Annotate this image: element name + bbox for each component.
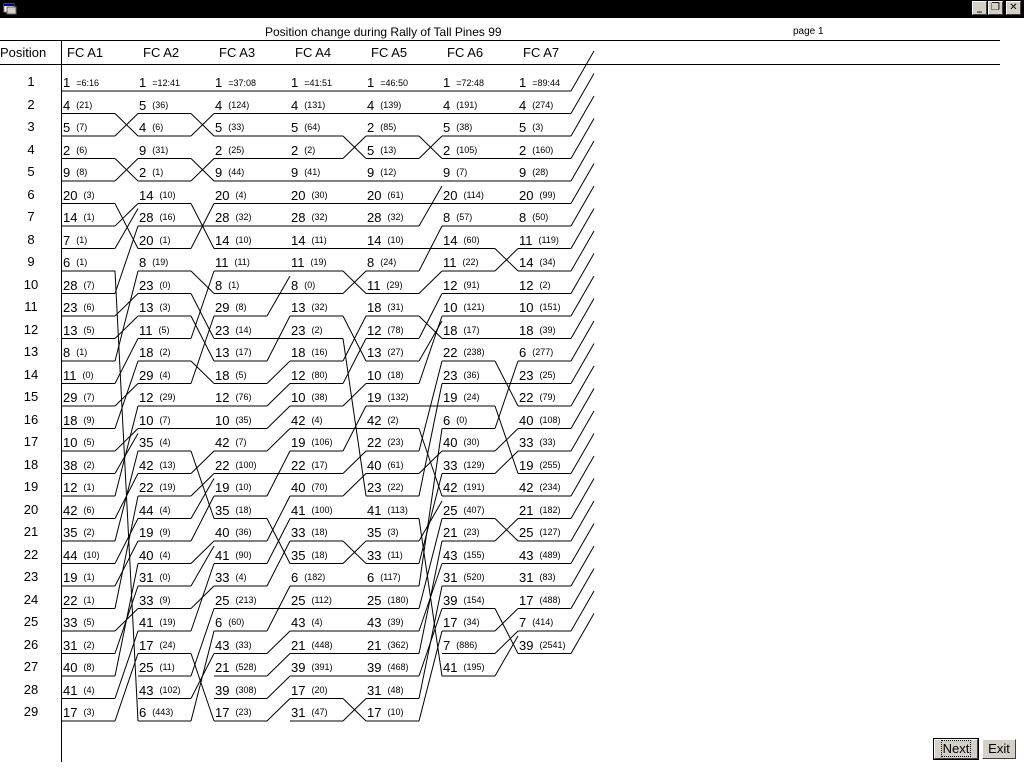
exit-button[interactable]: Exit: [982, 739, 1016, 759]
position-change-line: [570, 523, 595, 564]
position-change-line: [114, 495, 139, 609]
position-change-line: [266, 360, 291, 384]
position-change-line: [570, 73, 595, 114]
position-change-line: [570, 50, 595, 92]
position-change-line: [418, 540, 443, 654]
position-change-line: [114, 293, 139, 317]
position-change-line: [570, 185, 595, 227]
position-change-line: [190, 315, 215, 362]
position-change-line: [418, 293, 443, 339]
position-change-line: [266, 653, 291, 677]
position-change-line: [190, 315, 215, 384]
position-change-line: [266, 630, 291, 654]
position-change-line: [266, 675, 291, 699]
position-change-line: [494, 608, 519, 654]
position-change-line: [190, 563, 215, 632]
position-change-line: [570, 410, 595, 452]
position-change-line: [418, 185, 443, 227]
position-change-line: [266, 405, 291, 429]
position-change-line: [570, 95, 595, 137]
position-change-line: [266, 383, 291, 407]
next-button[interactable]: Next: [933, 738, 979, 760]
position-change-lines: [62, 50, 595, 722]
position-change-line: [570, 388, 595, 429]
position-change-line: [570, 163, 595, 204]
position-change-line: [190, 495, 215, 542]
position-change-line: [266, 428, 291, 452]
position-change-line: [570, 298, 595, 339]
position-change-line: [570, 140, 595, 182]
position-change-line: [570, 275, 595, 317]
position-change-line: [570, 118, 595, 159]
position-change-line: [266, 540, 291, 587]
position-change-line: [114, 518, 139, 564]
position-change-line: [342, 473, 367, 497]
position-change-line: [494, 428, 519, 452]
position-change-line: [570, 320, 595, 362]
position-change-line: [418, 585, 443, 699]
position-change-line: [114, 315, 139, 339]
position-change-line: [114, 450, 139, 542]
position-change-line: [342, 338, 367, 497]
position-change-line: [190, 270, 215, 339]
position-change-line: [266, 495, 291, 542]
position-change-line: [570, 590, 595, 632]
position-change-line: [190, 608, 215, 677]
position-change-line: [570, 230, 595, 272]
position-change-line: [570, 343, 595, 384]
position-change-line: [570, 568, 595, 609]
position-change-line: [570, 478, 595, 519]
position-change-line: [570, 613, 595, 654]
position-change-line: [570, 545, 595, 587]
position-change-line: [418, 270, 443, 294]
position-change-line: [190, 293, 215, 339]
position-change-line: [342, 383, 367, 407]
position-change-line: [570, 500, 595, 542]
position-change-line: [494, 360, 519, 429]
position-change-line: [570, 253, 595, 294]
position-change-line: [494, 608, 519, 632]
position-change-line: [570, 365, 595, 407]
position-change-line: [190, 630, 215, 722]
position-change-line: [266, 698, 291, 722]
position-change-line: [570, 455, 595, 497]
position-change-line: [190, 653, 215, 722]
position-change-line: [266, 275, 291, 317]
position-change-line: [570, 208, 595, 249]
position-change-line: [418, 473, 443, 564]
position-change-line: [570, 433, 595, 474]
